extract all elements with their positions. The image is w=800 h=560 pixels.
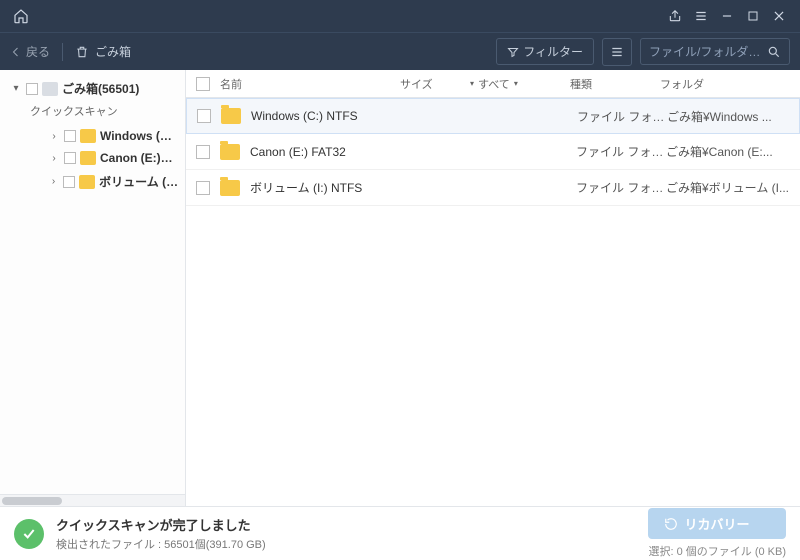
chevron-down-icon[interactable]: ▾ (10, 83, 22, 94)
tree-checkbox[interactable] (26, 83, 38, 95)
row-name: Canon (E:) FAT32 (250, 145, 406, 159)
sidebar-horiz-scrollbar[interactable] (0, 494, 185, 506)
folder-icon (80, 151, 96, 165)
breadcrumb-label: ごみ箱 (95, 43, 131, 60)
row-checkbox[interactable] (196, 181, 210, 195)
chevron-down-icon: ▾ (514, 79, 518, 88)
row-type: ファイル フォ… (576, 179, 666, 196)
tree-root-label: ごみ箱(56501) (62, 80, 139, 97)
sidebar: ▾ ごみ箱(56501) クイックスキャン › Windows (… › Can… (0, 70, 186, 506)
tree-item-canon[interactable]: › Canon (E:)… (8, 147, 181, 169)
row-name: Windows (C:) NTFS (251, 109, 407, 123)
check-circle-icon (14, 519, 44, 549)
folder-icon (221, 108, 241, 124)
row-checkbox[interactable] (196, 145, 210, 159)
status-bar: クイックスキャンが完了しました 検出されたファイル : 56501個(391.7… (0, 506, 800, 560)
col-name[interactable]: 名前 (220, 76, 400, 92)
tree: ▾ ごみ箱(56501) クイックスキャン › Windows (… › Can… (0, 70, 185, 494)
tree-item-label: ボリューム (I:… (99, 173, 179, 190)
share-icon[interactable] (662, 3, 688, 29)
tree-checkbox[interactable] (63, 176, 75, 188)
select-all-checkbox[interactable] (196, 77, 210, 91)
row-name: ボリューム (I:) NTFS (250, 179, 406, 196)
search-icon (767, 45, 781, 59)
row-folder: ごみ箱¥Windows ... (667, 108, 789, 125)
toolbar: 戻る ごみ箱 フィルター ファイル/フォルダーを検索 (0, 32, 800, 70)
back-button[interactable]: 戻る (10, 43, 50, 60)
scrollbar-thumb[interactable] (2, 497, 62, 505)
toolbar-divider (62, 43, 63, 61)
folder-icon (220, 180, 240, 196)
row-checkbox[interactable] (197, 109, 211, 123)
rows: Windows (C:) NTFS ファイル フォ… ごみ箱¥Windows .… (186, 98, 800, 506)
selection-count: 選択: 0 個のファイル (0 KB) (648, 543, 786, 559)
titlebar (0, 0, 800, 32)
row-type: ファイル フォ… (576, 143, 666, 160)
tree-checkbox[interactable] (64, 130, 76, 142)
list-row-canon[interactable]: Canon (E:) FAT32 ファイル フォ… ごみ箱¥Canon (E:.… (186, 134, 800, 170)
tree-root-trash[interactable]: ▾ ごみ箱(56501) (8, 76, 181, 101)
recover-label: リカバリー (684, 514, 749, 533)
tree-item-volume[interactable]: › ボリューム (I:… (8, 169, 181, 194)
search-placeholder: ファイル/フォルダーを検索 (649, 43, 761, 60)
chevron-right-icon[interactable]: › (48, 131, 60, 142)
list-row-windows[interactable]: Windows (C:) NTFS ファイル フォ… ごみ箱¥Windows .… (186, 98, 800, 134)
col-size[interactable]: サイズ (400, 76, 470, 92)
filter-label: フィルター (523, 43, 583, 60)
sort-indicator-icon: ▾ (470, 79, 474, 88)
status-detected: 検出されたファイル : 56501個(391.70 GB) (56, 536, 636, 552)
folder-icon (220, 144, 240, 160)
back-label: 戻る (26, 43, 50, 60)
list-row-volume[interactable]: ボリューム (I:) NTFS ファイル フォ… ごみ箱¥ボリューム (I... (186, 170, 800, 206)
close-button[interactable] (766, 3, 792, 29)
minimize-button[interactable] (714, 3, 740, 29)
col-folder[interactable]: フォルダ (660, 76, 790, 92)
folder-icon (79, 175, 95, 189)
search-input[interactable]: ファイル/フォルダーを検索 (640, 38, 790, 65)
chevron-right-icon[interactable]: › (48, 176, 59, 187)
tree-checkbox[interactable] (64, 152, 76, 164)
quick-scan-label: クイックスキャン (8, 101, 181, 125)
col-all-label: すべて (478, 76, 510, 92)
row-folder: ごみ箱¥ボリューム (I... (666, 179, 790, 196)
tree-item-windows[interactable]: › Windows (… (8, 125, 181, 147)
main: ▾ ごみ箱(56501) クイックスキャン › Windows (… › Can… (0, 70, 800, 506)
menu-icon[interactable] (688, 3, 714, 29)
recover-button[interactable]: リカバリー (648, 508, 786, 539)
chevron-right-icon[interactable]: › (48, 153, 60, 164)
row-type: ファイル フォ… (577, 108, 667, 125)
tree-item-label: Canon (E:)… (100, 151, 173, 165)
col-all-dropdown[interactable]: ▾ すべて ▾ (470, 76, 570, 92)
view-list-button[interactable] (602, 38, 632, 66)
column-headers: 名前 サイズ ▾ すべて ▾ 種類 フォルダ (186, 70, 800, 98)
breadcrumb-trash: ごみ箱 (75, 43, 131, 60)
folder-icon (80, 129, 96, 143)
filter-button[interactable]: フィルター (496, 38, 594, 65)
file-list: 名前 サイズ ▾ すべて ▾ 種類 フォルダ Windows (C:) NTFS… (186, 70, 800, 506)
row-folder: ごみ箱¥Canon (E:... (666, 143, 790, 160)
col-type[interactable]: 種類 (570, 76, 660, 92)
trash-icon (42, 82, 58, 96)
tree-item-label: Windows (… (100, 129, 172, 143)
home-icon[interactable] (8, 3, 34, 29)
maximize-button[interactable] (740, 3, 766, 29)
status-title: クイックスキャンが完了しました (56, 515, 636, 534)
